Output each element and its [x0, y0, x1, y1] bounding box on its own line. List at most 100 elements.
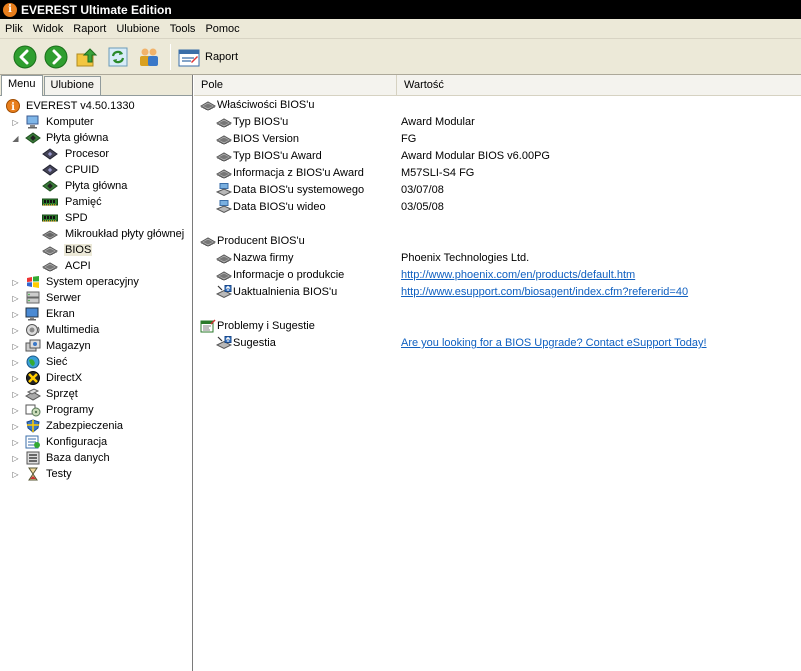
expand-toggle-icon[interactable]: ▷ [11, 118, 20, 127]
column-wartosc[interactable]: Wartość [397, 75, 801, 95]
menu-tools[interactable]: Tools [165, 23, 201, 35]
tree-item-multimedia[interactable]: ▷ Multimedia [0, 322, 192, 338]
tree-item-label: ACPI [65, 260, 91, 272]
tree-item-plyta-glowna[interactable]: Płyta główna [0, 178, 192, 194]
field-value: Award Modular [401, 116, 475, 128]
memory-icon [42, 211, 58, 225]
tree-item-bios[interactable]: BIOS [0, 242, 192, 258]
tree-item-acpi[interactable]: ACPI [0, 258, 192, 274]
tree-item-testy[interactable]: ▷ Testy [0, 466, 192, 482]
expand-toggle-icon[interactable]: ▷ [11, 390, 20, 399]
chipset-icon [42, 227, 58, 241]
expand-toggle-icon[interactable]: ▷ [11, 438, 20, 447]
detail-row[interactable]: Informacja z BIOS'u Award M57SLI-S4 FG [194, 165, 801, 182]
tree-item-everest-v4-50-1330[interactable]: i EVEREST v4.50.1330 [0, 98, 192, 114]
detail-row[interactable]: Typ BIOS'u Award Award Modular BIOS v6.00… [194, 148, 801, 165]
expand-toggle-icon[interactable]: ▷ [11, 374, 20, 383]
tree-item-pamiec[interactable]: Pamięć [0, 194, 192, 210]
tree-item-konfiguracja[interactable]: ▷ Konfiguracja [0, 434, 192, 450]
expand-toggle-icon[interactable]: ▷ [11, 278, 20, 287]
tree-item-procesor[interactable]: Procesor [0, 146, 192, 162]
tree-item-label: Testy [46, 468, 72, 480]
tree-item-magazyn[interactable]: ▷ Magazyn [0, 338, 192, 354]
tree-item-siec[interactable]: ▷ Sieć [0, 354, 192, 370]
tree-item-cpuid[interactable]: CPUID [0, 162, 192, 178]
back-button[interactable] [12, 44, 38, 70]
tree-item-label: Baza danych [46, 452, 110, 464]
field-name: Nazwa firmy [233, 252, 294, 264]
bios-chip-icon [216, 166, 232, 180]
forward-button[interactable] [43, 44, 69, 70]
expand-toggle-icon[interactable]: ▷ [11, 454, 20, 463]
menu-widok[interactable]: Widok [28, 23, 69, 35]
expand-toggle-icon[interactable]: ▷ [11, 422, 20, 431]
group-title: Problemy i Sugestie [217, 320, 315, 332]
bios-chip-icon [42, 243, 58, 257]
refresh-button[interactable] [105, 44, 131, 70]
up-folder-icon [75, 45, 99, 69]
window-title: EVEREST Ultimate Edition [21, 2, 172, 17]
detail-row[interactable]: Sugestia Are you looking for a BIOS Upgra… [194, 335, 801, 352]
value-link[interactable]: http://www.esupport.com/biosagent/index.… [401, 286, 688, 298]
group-header: Właściwości BIOS'u [194, 97, 801, 114]
menu-ulubione[interactable]: Ulubione [111, 23, 164, 35]
cpu-icon [42, 163, 58, 177]
detail-row[interactable]: Informacje o produkcie http://www.phoenix… [194, 267, 801, 284]
expand-toggle-icon[interactable]: ▷ [11, 470, 20, 479]
tree-item-mikrouklad-plyty-glownej[interactable]: Mikroukład płyty głównej [0, 226, 192, 242]
expand-toggle-icon[interactable]: ▷ [11, 310, 20, 319]
tree-item-programy[interactable]: ▷ Programy [0, 402, 192, 418]
value-link[interactable]: http://www.phoenix.com/en/products/defau… [401, 269, 635, 281]
security-shield-icon [25, 419, 41, 433]
collapse-toggle-icon[interactable]: ◢ [11, 134, 20, 143]
tree-item-label: Pamięć [65, 196, 102, 208]
tree-item-zabezpieczenia[interactable]: ▷ Zabezpieczenia [0, 418, 192, 434]
detail-row[interactable]: BIOS Version FG [194, 131, 801, 148]
users-button[interactable] [136, 44, 162, 70]
tree-item-label: Ekran [46, 308, 75, 320]
report-icon [177, 46, 201, 68]
tab-ulubione[interactable]: Ulubione [43, 76, 101, 95]
detail-row[interactable]: Data BIOS'u wideo 03/05/08 [194, 199, 801, 216]
tree-item-baza-danych[interactable]: ▷ Baza danych [0, 450, 192, 466]
tree-item-directx[interactable]: ▷ DirectX [0, 370, 192, 386]
menu-raport[interactable]: Raport [68, 23, 111, 35]
bios-chip-icon [200, 234, 216, 248]
up-button[interactable] [74, 44, 100, 70]
expand-toggle-icon[interactable]: ▷ [11, 294, 20, 303]
menu-pomoc[interactable]: Pomoc [200, 23, 244, 35]
expand-toggle-icon[interactable]: ▷ [11, 342, 20, 351]
tree-item-plyta-glowna[interactable]: ◢ Płyta główna [0, 130, 192, 146]
tree-item-system-operacyjny[interactable]: ▷ System operacyjny [0, 274, 192, 290]
tree-item-label: Procesor [65, 148, 110, 160]
tree-item-serwer[interactable]: ▷ Serwer [0, 290, 192, 306]
menu-plik[interactable]: Plik [0, 23, 28, 35]
raport-button[interactable]: Raport [177, 44, 244, 70]
value-link[interactable]: Are you looking for a BIOS Upgrade? Cont… [401, 337, 707, 349]
navigation-tree: i EVEREST v4.50.1330 ▷ Komputer ◢ Płyta główn… [0, 96, 192, 482]
tree-item-label: Multimedia [46, 324, 100, 336]
tab-menu[interactable]: Menu [1, 75, 43, 96]
detail-row[interactable]: Nazwa firmy Phoenix Technologies Ltd. [194, 250, 801, 267]
tree-item-label: Mikroukład płyty głównej [65, 228, 185, 240]
tree-item-sprzet[interactable]: ▷ Sprzęt [0, 386, 192, 402]
detail-row[interactable]: Uaktualnienia BIOS'u http://www.esupport.… [194, 284, 801, 301]
field-name: Data BIOS'u systemowego [233, 184, 365, 196]
detail-row[interactable]: Data BIOS'u systemowego 03/07/08 [194, 182, 801, 199]
bios-chip-icon [216, 115, 232, 129]
expand-toggle-icon[interactable]: ▷ [11, 358, 20, 367]
expand-toggle-icon[interactable]: ▷ [11, 406, 20, 415]
expand-toggle-icon[interactable]: ▷ [11, 326, 20, 335]
field-value: 03/05/08 [401, 201, 444, 213]
memory-icon [42, 195, 58, 209]
bios-update-icon [216, 285, 232, 299]
detail-row[interactable]: Typ BIOS'u Award Modular [194, 114, 801, 131]
column-pole[interactable]: Pole [194, 75, 397, 95]
refresh-icon [106, 45, 130, 69]
tree-item-spd[interactable]: SPD [0, 210, 192, 226]
tree-item-label: CPUID [65, 164, 100, 176]
motherboard-icon [42, 179, 58, 193]
tree-item-komputer[interactable]: ▷ Komputer [0, 114, 192, 130]
tree-item-label: Programy [46, 404, 94, 416]
tree-item-ekran[interactable]: ▷ Ekran [0, 306, 192, 322]
